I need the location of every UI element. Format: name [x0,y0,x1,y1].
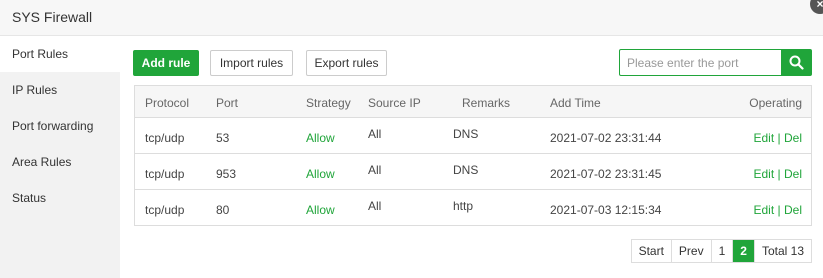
cell-remarks: DNS [453,163,479,177]
delete-link[interactable]: Del [784,203,802,217]
page-total: Total 13 [761,244,804,258]
cell-source-ip: All [368,127,382,141]
cell-protocol: tcp/udp [145,167,185,181]
edit-link[interactable]: Edit [753,131,774,145]
delete-link[interactable]: Del [784,167,802,181]
op-separator: | [777,131,781,145]
sidebar: Port Rules IP Rules Port forwarding Area… [0,36,120,278]
header-add-time: Add Time [550,96,601,110]
window-title: SYS Firewall [12,9,93,25]
edit-link[interactable]: Edit [753,167,774,181]
op-separator: | [777,167,781,181]
table-row: tcp/udp 53 Allow All DNS 2021-07-02 23:3… [135,118,811,154]
sidebar-item-ip-rules[interactable]: IP Rules [0,72,120,108]
cell-source-ip: All [368,163,382,177]
import-rules-button[interactable]: Import rules [210,50,293,76]
page-prev[interactable]: Prev [672,240,712,262]
header-strategy: Strategy [306,96,351,110]
edit-link[interactable]: Edit [753,203,774,217]
add-rule-button[interactable]: Add rule [133,50,199,76]
cell-add-time: 2021-07-03 12:15:34 [550,203,662,217]
cell-strategy: Allow [306,167,335,181]
op-separator: | [777,203,781,217]
sidebar-item-port-rules[interactable]: Port Rules [0,36,120,72]
header-remarks: Remarks [462,96,511,110]
port-search [619,49,812,76]
cell-port: 53 [216,131,230,145]
table-row: tcp/udp 80 Allow All http 2021-07-03 12:… [135,190,811,226]
cell-strategy: Allow [306,203,335,217]
cell-operating: Edit | Del [753,131,802,145]
export-rules-button[interactable]: Export rules [306,50,387,76]
cell-strategy: Allow [306,131,335,145]
cell-operating: Edit | Del [753,167,802,181]
pagination: Start Prev 1 2 Total 13 [630,239,812,263]
search-icon [789,55,804,70]
cell-operating: Edit | Del [753,203,802,217]
cell-protocol: tcp/udp [145,131,185,145]
header-protocol: Protocol [145,96,190,110]
table-row: tcp/udp 953 Allow All DNS 2021-07-02 23:… [135,154,811,190]
port-search-input[interactable] [620,50,781,75]
cell-remarks: DNS [453,127,479,141]
header-port: Port [216,96,239,110]
page-2-current[interactable]: 2 [733,240,755,262]
cell-protocol: tcp/udp [145,203,185,217]
cell-port: 80 [216,203,230,217]
cell-add-time: 2021-07-02 23:31:44 [550,131,662,145]
search-button[interactable] [781,50,811,75]
table-header: Protocol Port Strategy Source IP Remarks… [135,86,811,118]
sidebar-item-area-rules[interactable]: Area Rules [0,144,120,180]
delete-link[interactable]: Del [784,131,802,145]
cell-source-ip: All [368,199,382,213]
cell-add-time: 2021-07-02 23:31:45 [550,167,662,181]
cell-remarks: http [453,199,474,213]
header-source-ip: Source IP [368,96,421,110]
sidebar-item-port-forwarding[interactable]: Port forwarding [0,108,120,144]
sidebar-item-status[interactable]: Status [0,180,120,216]
header-operating: Operating [749,96,802,110]
page-1[interactable]: 1 [712,240,734,262]
page-start[interactable]: Start [632,240,672,262]
cell-port: 953 [216,167,237,181]
port-rules-table: Protocol Port Strategy Source IP Remarks… [134,85,812,226]
title-bar: SYS Firewall [0,0,823,36]
